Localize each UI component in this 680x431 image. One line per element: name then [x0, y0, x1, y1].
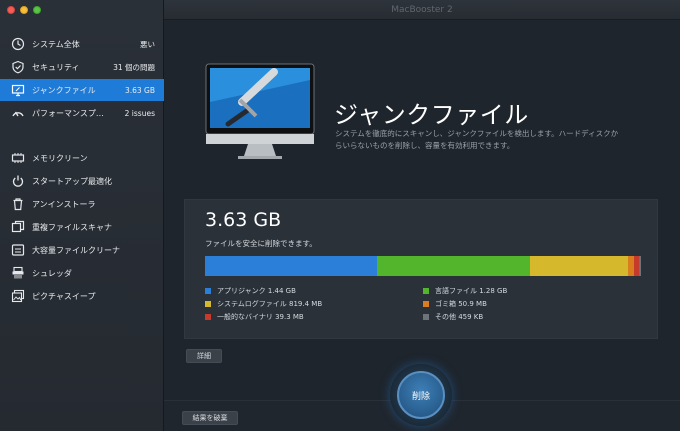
total-junk-size: 3.63 GB — [205, 209, 282, 231]
sidebar-item-memory-clean[interactable]: メモリクリーン — [0, 147, 164, 169]
sidebar-item-label: メモリクリーン — [32, 153, 88, 163]
sidebar-item-duplicate-scanner[interactable]: 重複ファイルスキャナ — [0, 216, 164, 238]
sidebar-item-value: 31 個の問題 — [113, 62, 155, 72]
legend-label: システムログファイル 819.4 MB — [217, 300, 323, 308]
sidebar-item-label: 重複ファイルスキャナ — [32, 222, 112, 232]
legend-label: その他 459 KB — [435, 313, 484, 321]
legend-swatch — [423, 314, 429, 320]
legend-item-binaries: 一般的なバイナリ 39.3 MB — [205, 312, 304, 322]
sidebar-item-label: セキュリティ — [32, 62, 80, 72]
page-title: ジャンクファイル — [334, 101, 529, 129]
speedometer-icon — [10, 105, 26, 121]
legend-swatch — [205, 288, 211, 294]
summary-subtitle: ファイルを安全に削除できます。 — [205, 239, 317, 248]
sidebar-item-label: ピクチャスイープ — [32, 291, 96, 301]
legend-swatch — [205, 301, 211, 307]
legend-swatch — [205, 314, 211, 320]
legend-label: アプリジャンク 1.44 GB — [217, 287, 296, 295]
page-description: システムを徹底的にスキャンし、ジャンクファイルを検出します。ハードディスクからい… — [335, 129, 619, 150]
sidebar-item-picture-sweep[interactable]: ピクチャスイープ — [0, 285, 164, 307]
breakdown-bar-segment — [205, 256, 378, 276]
sidebar: システム全体 悪い セキュリティ 31 個の問題 ジャンクファイル 3.63 G… — [0, 0, 164, 431]
duplicate-icon — [10, 219, 26, 235]
legend-label: ゴミ箱 50.9 MB — [435, 300, 487, 308]
sidebar-item-uninstaller[interactable]: アンインストーラ — [0, 193, 164, 215]
legend-swatch — [423, 301, 429, 307]
display-icon — [10, 82, 26, 98]
sidebar-item-performance[interactable]: パフォーマンスプ… 2 issues — [0, 102, 164, 124]
breakdown-bar-segment — [638, 256, 641, 276]
sidebar-item-security[interactable]: セキュリティ 31 個の問題 — [0, 56, 164, 78]
large-file-icon — [10, 242, 26, 258]
zoom-window-button[interactable] — [33, 6, 41, 14]
legend-item-trash: ゴミ箱 50.9 MB — [423, 299, 487, 309]
shield-icon — [10, 59, 26, 75]
window-controls — [7, 6, 41, 14]
sidebar-item-label: パフォーマンスプ… — [32, 108, 104, 118]
trash-icon — [10, 196, 26, 212]
memory-icon — [10, 150, 26, 166]
sidebar-item-label: システム全体 — [32, 39, 80, 49]
legend-label: 一般的なバイナリ 39.3 MB — [217, 313, 304, 321]
sidebar-item-large-file-cleaner[interactable]: 大容量ファイルクリーナ — [0, 239, 164, 261]
legend-item-system-logs: システムログファイル 819.4 MB — [205, 299, 322, 309]
sidebar-item-label: ジャンクファイル — [32, 85, 96, 95]
junk-summary-panel: 3.63 GB ファイルを安全に削除できます。 アプリジャンク 1.44 GB … — [184, 199, 658, 339]
shredder-icon — [10, 265, 26, 281]
junk-breakdown-bar — [205, 256, 641, 276]
main-content: MacBooster 2 ジャンクファイル システムを徹底的にスキャンし、ジャン… — [164, 0, 680, 431]
sidebar-item-startup[interactable]: スタートアップ最適化 — [0, 170, 164, 192]
sidebar-item-label: アンインストーラ — [32, 199, 96, 209]
monitor-icon — [10, 36, 26, 52]
sidebar-item-junk-files[interactable]: ジャンクファイル 3.63 GB — [0, 79, 164, 101]
junk-files-monitor-icon — [205, 63, 315, 159]
details-button[interactable]: 詳細 — [186, 349, 222, 363]
discard-results-button[interactable]: 結果を破棄 — [182, 411, 238, 425]
sidebar-item-label: スタートアップ最適化 — [32, 176, 112, 186]
sidebar-item-value: 3.63 GB — [124, 85, 155, 95]
sidebar-item-label: シュレッダ — [32, 268, 72, 278]
legend-item-app-junk: アプリジャンク 1.44 GB — [205, 286, 296, 296]
legend-item-other: その他 459 KB — [423, 312, 483, 322]
sidebar-item-value: 悪い — [140, 39, 155, 49]
sidebar-item-shredder[interactable]: シュレッダ — [0, 262, 164, 284]
minimize-window-button[interactable] — [20, 6, 28, 14]
legend-label: 言語ファイル 1.28 GB — [435, 287, 508, 295]
power-icon — [10, 173, 26, 189]
sidebar-item-label: 大容量ファイルクリーナ — [32, 245, 120, 255]
delete-button[interactable]: 削除 — [397, 371, 445, 419]
window-title: MacBooster 2 — [164, 0, 680, 20]
delete-button-ring: 削除 — [390, 364, 452, 426]
legend-item-language-files: 言語ファイル 1.28 GB — [423, 286, 507, 296]
breakdown-bar-segment — [530, 256, 629, 276]
sidebar-item-system[interactable]: システム全体 悪い — [0, 33, 164, 55]
legend-swatch — [423, 288, 429, 294]
picture-icon — [10, 288, 26, 304]
breakdown-bar-segment — [377, 256, 531, 276]
close-window-button[interactable] — [7, 6, 15, 14]
sidebar-item-value: 2 issues — [124, 108, 155, 118]
